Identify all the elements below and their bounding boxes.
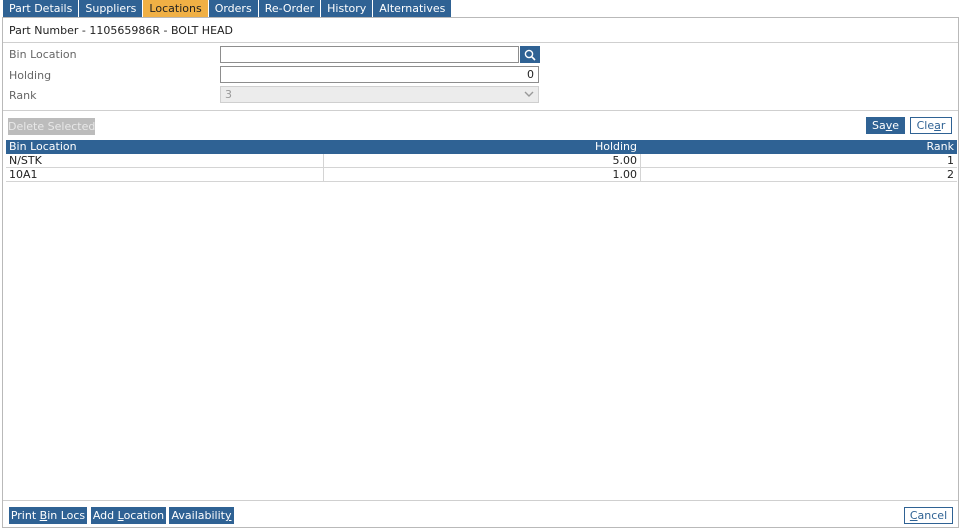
- save-button[interactable]: Save: [866, 117, 905, 134]
- locations-panel: Part Number - 110565986R - BOLT HEAD Bin…: [2, 17, 959, 528]
- print-bin-locs-button[interactable]: Print Bin Locs: [9, 507, 87, 524]
- cell-rank: 2: [640, 168, 957, 181]
- tab-suppliers[interactable]: Suppliers: [79, 0, 143, 17]
- rank-select[interactable]: 3: [220, 86, 539, 103]
- divider: [3, 110, 958, 111]
- tab-part-details[interactable]: Part Details: [3, 0, 79, 17]
- cell-bin-location: 10A1: [9, 168, 38, 181]
- table-row[interactable]: 10A1 1.00 2: [6, 168, 957, 182]
- tab-alternatives[interactable]: Alternatives: [373, 0, 452, 17]
- column-header-rank[interactable]: Rank: [640, 140, 957, 154]
- divider: [3, 42, 958, 43]
- grid-header: Bin Location Holding Rank: [6, 140, 957, 154]
- chevron-down-icon: [524, 91, 534, 97]
- clear-button[interactable]: Clear: [910, 117, 952, 134]
- holding-label: Holding: [9, 69, 52, 82]
- cancel-button[interactable]: Cancel: [904, 507, 953, 524]
- tab-orders[interactable]: Orders: [208, 0, 258, 17]
- holding-input[interactable]: 0: [220, 66, 539, 83]
- tab-history[interactable]: History: [321, 0, 373, 17]
- cell-holding: 1.00: [323, 168, 640, 181]
- tab-bar: Part Details Suppliers Locations Orders …: [3, 0, 452, 17]
- search-icon: [524, 49, 536, 61]
- column-header-holding[interactable]: Holding: [323, 140, 640, 154]
- divider: [3, 500, 958, 501]
- delete-selected-button[interactable]: Delete Selected: [8, 118, 95, 135]
- rank-value: 3: [225, 88, 232, 101]
- cell-bin-location: N/STK: [9, 154, 42, 167]
- table-row[interactable]: N/STK 5.00 1: [6, 154, 957, 168]
- rank-label: Rank: [9, 89, 37, 102]
- tab-locations[interactable]: Locations: [143, 0, 208, 17]
- add-location-button[interactable]: Add Location: [91, 507, 166, 524]
- availability-button[interactable]: Availability: [169, 507, 234, 524]
- cell-rank: 1: [640, 154, 957, 167]
- bin-location-label: Bin Location: [9, 48, 77, 61]
- page-title: Part Number - 110565986R - BOLT HEAD: [9, 24, 234, 37]
- search-button[interactable]: [520, 46, 540, 63]
- bin-location-input[interactable]: [220, 46, 519, 63]
- tab-re-order[interactable]: Re-Order: [258, 0, 321, 17]
- column-header-bin-location[interactable]: Bin Location: [6, 140, 323, 154]
- cell-holding: 5.00: [323, 154, 640, 167]
